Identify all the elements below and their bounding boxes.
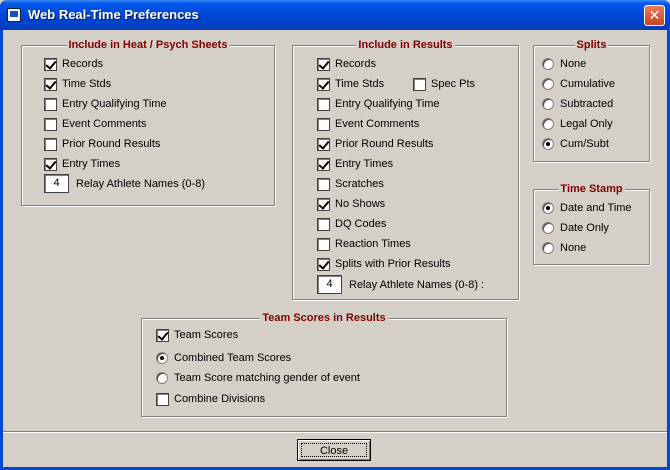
radio[interactable] xyxy=(542,202,554,214)
checkbox[interactable] xyxy=(317,118,330,131)
checkbox[interactable] xyxy=(317,238,330,251)
heat-psych-relay-input[interactable]: 4 xyxy=(44,174,69,193)
results-relay-input[interactable]: 4 xyxy=(317,275,342,294)
checkbox[interactable] xyxy=(317,198,330,211)
results-relay-label: Relay Athlete Names (0-8) : xyxy=(349,279,485,291)
heat-psych-title: Include in Heat / Psych Sheets xyxy=(66,39,230,51)
checkbox[interactable] xyxy=(317,138,330,151)
radio[interactable] xyxy=(542,58,554,70)
radio[interactable] xyxy=(156,352,168,364)
radio[interactable] xyxy=(542,138,554,150)
checkbox[interactable] xyxy=(317,58,330,71)
window-title: Web Real-Time Preferences xyxy=(28,7,199,22)
radio[interactable] xyxy=(156,372,168,384)
checkbox[interactable] xyxy=(156,393,169,406)
checkbox[interactable] xyxy=(317,98,330,111)
results-group: Include in Results Records Time Stds Spe… xyxy=(292,39,519,300)
checkbox[interactable] xyxy=(317,218,330,231)
checkbox[interactable] xyxy=(44,158,57,171)
splits-group: Splits None Cumulative Subtracted Legal … xyxy=(533,39,650,162)
close-button[interactable]: Close xyxy=(297,439,371,461)
checkbox[interactable] xyxy=(44,118,57,131)
splits-title: Splits xyxy=(574,39,609,51)
heat-psych-group: Include in Heat / Psych Sheets Records T… xyxy=(21,39,275,206)
checkbox[interactable] xyxy=(156,329,169,342)
radio[interactable] xyxy=(542,78,554,90)
radio[interactable] xyxy=(542,118,554,130)
checkbox[interactable] xyxy=(44,78,57,91)
heat-psych-relay-label: Relay Athlete Names (0-8) xyxy=(76,178,205,190)
time-stamp-title: Time Stamp xyxy=(558,183,625,195)
bottom-separator xyxy=(3,431,667,433)
app-icon xyxy=(7,8,21,22)
radio[interactable] xyxy=(542,242,554,254)
checkbox[interactable] xyxy=(317,78,330,91)
checkbox[interactable] xyxy=(44,98,57,111)
close-icon[interactable]: ✕ xyxy=(644,5,665,26)
close-button-label: Close xyxy=(301,443,367,457)
title-bar[interactable]: Web Real-Time Preferences ✕ xyxy=(0,0,670,30)
radio[interactable] xyxy=(542,222,554,234)
team-scores-title: Team Scores in Results xyxy=(260,312,388,324)
checkbox[interactable] xyxy=(317,178,330,191)
results-title: Include in Results xyxy=(356,39,455,51)
checkbox[interactable] xyxy=(317,158,330,171)
checkbox[interactable] xyxy=(317,258,330,271)
checkbox[interactable] xyxy=(44,138,57,151)
time-stamp-group: Time Stamp Date and Time Date Only None xyxy=(533,183,650,265)
checkbox[interactable] xyxy=(44,58,57,71)
team-scores-group: Team Scores in Results Team Scores Combi… xyxy=(141,312,507,417)
checkbox[interactable] xyxy=(413,78,426,91)
radio[interactable] xyxy=(542,98,554,110)
